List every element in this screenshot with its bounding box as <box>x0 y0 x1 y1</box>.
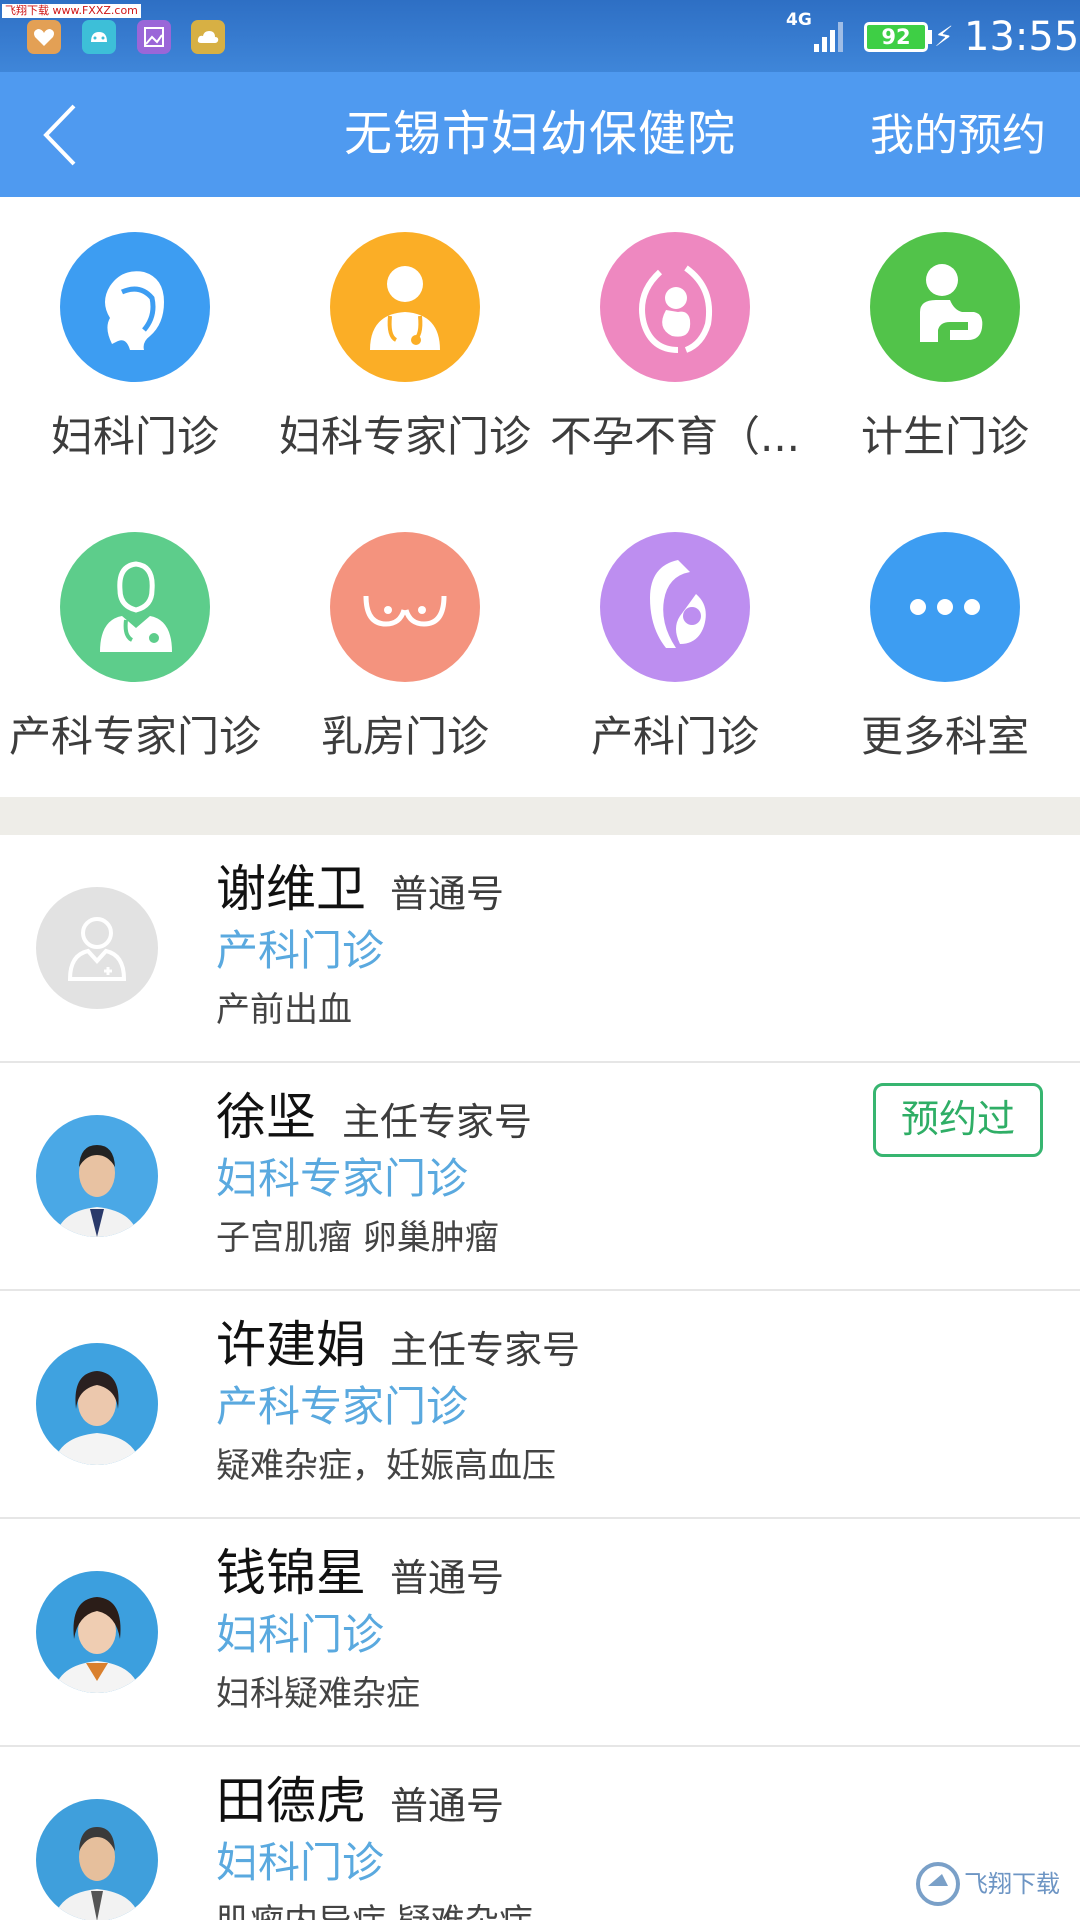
dept-family-planning[interactable]: 计生门诊 <box>810 197 1080 497</box>
gallery-icon <box>137 20 171 54</box>
site-watermark: 飞翔下载 <box>912 1856 1072 1912</box>
dept-label: 更多科室 <box>860 712 1029 761</box>
title-bar: 无锡市妇幼保健院 我的预约 <box>0 72 1080 197</box>
status-bar: 飞翔下载 www.FXXZ.com 4G 92 ⚡ 13:55 <box>0 0 1080 72</box>
doctor-name: 谢维卫 <box>216 860 366 918</box>
dept-label: 乳房门诊 <box>320 712 489 761</box>
ticket-type: 普通号 <box>390 872 505 916</box>
doctor-name: 田德虎 <box>216 1772 366 1830</box>
heart-icon <box>27 20 61 54</box>
doctor-placeholder-icon <box>67 917 127 981</box>
doctor-list: 谢维卫 普通号 产科门诊 产前出血 徐坚 主任专家号 妇科专家门诊 子宫肌瘤 卵… <box>0 835 1080 1920</box>
dept-label: 妇科专家门诊 <box>278 412 531 461</box>
doctor-avatar <box>36 1343 158 1465</box>
doctor-specialty: 妇科疑难杂症 <box>216 1674 420 1714</box>
doctor-department: 妇科门诊 <box>216 1610 385 1659</box>
doctor-name: 徐坚 <box>216 1088 316 1146</box>
pregnancy-icon <box>600 232 750 382</box>
breast-icon <box>330 532 480 682</box>
doctor-row[interactable]: 钱锦星 普通号 妇科门诊 妇科疑难杂症 <box>0 1519 1080 1747</box>
doctor-avatar <box>36 1799 158 1920</box>
dept-label: 产科门诊 <box>590 712 759 761</box>
charging-icon: ⚡ <box>934 20 954 53</box>
doctor-specialty: 疑难杂症，妊娠高血压 <box>216 1446 556 1486</box>
doctor-department: 妇科门诊 <box>216 1838 385 1887</box>
doctor-name: 钱锦星 <box>216 1544 366 1602</box>
dept-label: 产科专家门诊 <box>8 712 261 761</box>
dept-label: 计生门诊 <box>860 412 1029 461</box>
cloud-icon <box>191 20 225 54</box>
my-appointments-button[interactable]: 我的预约 <box>870 108 1046 164</box>
doctor-specialty: 肌瘤内异症 疑难杂症 <box>216 1899 533 1920</box>
department-grid: 妇科门诊 妇科专家门诊 不孕不育（... 计生门诊 产科专家门诊 乳房门诊 产科… <box>0 197 1080 797</box>
ticket-type: 主任专家号 <box>342 1100 533 1144</box>
ticket-type: 普通号 <box>390 1784 505 1828</box>
doctor-department: 产科门诊 <box>216 926 385 975</box>
doctor-placeholder-avatar <box>36 887 158 1009</box>
doctor-specialty: 子宫肌瘤 卵巢肿瘤 <box>216 1218 499 1258</box>
signal-icon <box>814 22 843 52</box>
doctor-row[interactable]: 许建娟 主任专家号 产科专家门诊 疑难杂症，妊娠高血压 <box>0 1291 1080 1519</box>
doctor-department: 产科专家门诊 <box>216 1382 469 1431</box>
booked-badge: 预约过 <box>873 1083 1043 1157</box>
mother-child-icon <box>870 232 1020 382</box>
dept-label: 不孕不育（... <box>549 412 801 461</box>
doctor-avatar <box>36 1115 158 1237</box>
mother-baby-icon <box>600 532 750 682</box>
battery-cap <box>927 30 932 44</box>
dept-label: 妇科门诊 <box>50 412 219 461</box>
ticket-type: 普通号 <box>390 1556 505 1600</box>
dept-obstetrics[interactable]: 产科门诊 <box>540 497 810 797</box>
dept-more[interactable]: 更多科室 <box>810 497 1080 797</box>
profile-head-icon <box>60 232 210 382</box>
section-divider <box>0 797 1080 835</box>
network-type: 4G <box>786 10 812 30</box>
watermark-text: 飞翔下载 www.FXXZ.com <box>2 4 141 18</box>
dept-gynecology-expert[interactable]: 妇科专家门诊 <box>270 197 540 497</box>
watermark-label: 飞翔下载 <box>964 1870 1060 1898</box>
dept-breast[interactable]: 乳房门诊 <box>270 497 540 797</box>
dept-gynecology[interactable]: 妇科门诊 <box>0 197 270 497</box>
doctor-department: 妇科专家门诊 <box>216 1154 469 1203</box>
dept-obstetrics-expert[interactable]: 产科专家门诊 <box>0 497 270 797</box>
doctor-avatar <box>36 1571 158 1693</box>
doctor-row[interactable]: 谢维卫 普通号 产科门诊 产前出血 <box>0 835 1080 1063</box>
ticket-type: 主任专家号 <box>390 1328 581 1372</box>
more-icon <box>870 532 1020 682</box>
clock: 13:55 <box>964 14 1080 60</box>
doctor-name: 许建娟 <box>216 1316 366 1374</box>
doctor-specialty: 产前出血 <box>216 990 352 1030</box>
doctor-row[interactable]: 徐坚 主任专家号 妇科专家门诊 子宫肌瘤 卵巢肿瘤 预约过 <box>0 1063 1080 1291</box>
female-doctor-icon <box>60 532 210 682</box>
battery-icon: 92 <box>864 22 928 52</box>
android-icon <box>82 20 116 54</box>
doctor-icon <box>330 232 480 382</box>
dept-infertility[interactable]: 不孕不育（... <box>540 197 810 497</box>
